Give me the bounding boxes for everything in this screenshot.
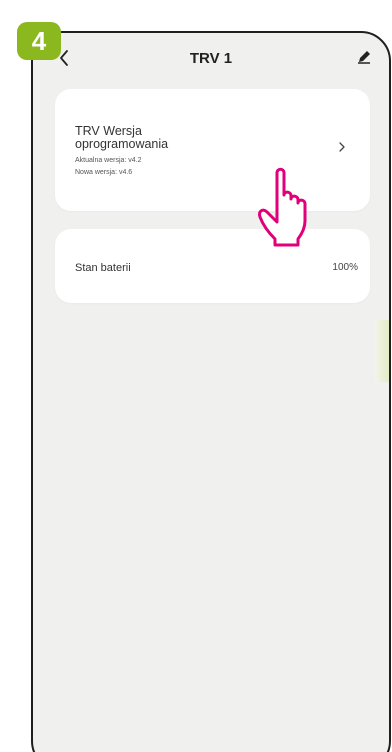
new-version-text: Nowa wersja: v4.6: [75, 169, 133, 176]
side-edge-highlight: [375, 320, 389, 382]
page-title: TRV 1: [189, 50, 233, 67]
pencil-icon[interactable]: [355, 48, 373, 66]
battery-label: Stan baterii: [75, 262, 131, 274]
tutorial-screen: 4 TRV 1 TRV Wersja oprogramowania Aktual…: [0, 0, 392, 752]
firmware-title-line2: oprogramowania: [75, 137, 169, 151]
app-header: TRV 1: [33, 33, 389, 85]
firmware-title: TRV Wersja oprogramowania: [75, 125, 168, 151]
chevron-right-icon: [339, 142, 345, 152]
step-number-badge: 4: [17, 22, 61, 60]
current-version-text: Aktualna wersja: v4.2: [75, 157, 142, 164]
pointing-hand-icon: [258, 167, 307, 247]
battery-value: 100%: [332, 262, 358, 273]
phone-frame: TRV 1 TRV Wersja oprogramowania Aktualna…: [31, 31, 391, 752]
